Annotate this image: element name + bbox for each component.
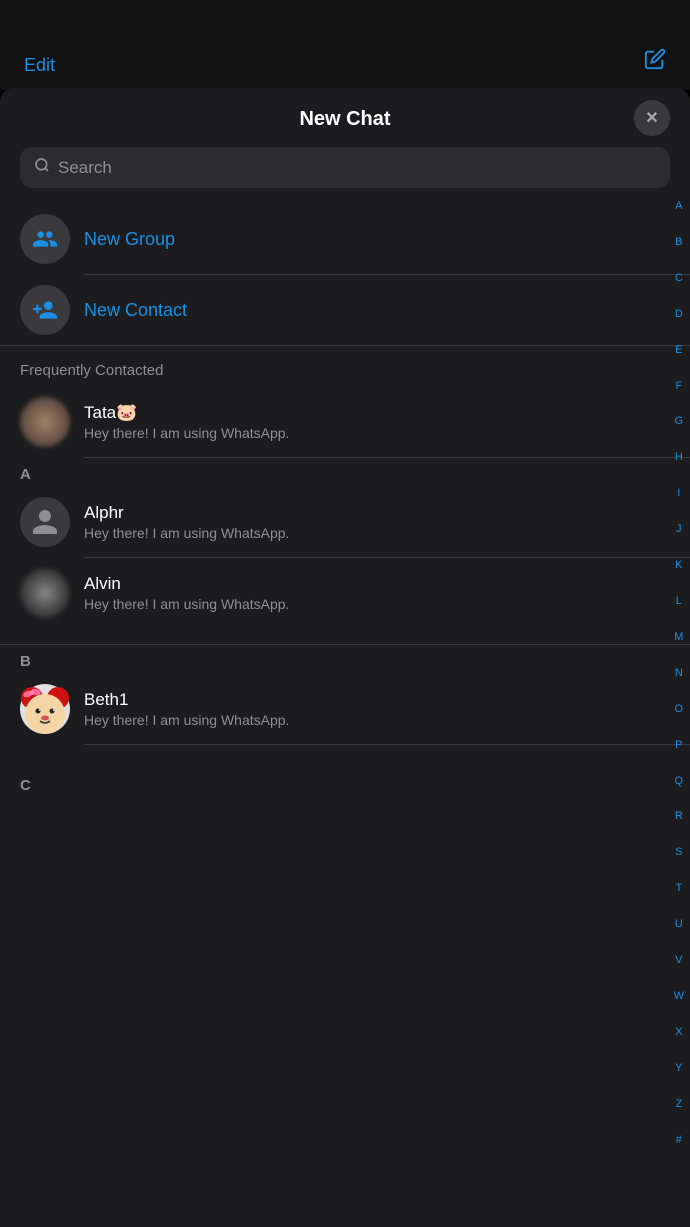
contact-info-alvin: Alvin Hey there! I am using WhatsApp. (84, 574, 670, 612)
contact-status-alphr: Hey there! I am using WhatsApp. (84, 525, 670, 541)
search-container (0, 147, 690, 204)
top-bar: Edit (0, 0, 690, 90)
contact-info-tata: Tata🐷 Hey there! I am using WhatsApp. (84, 403, 670, 441)
contact-item-alvin[interactable]: Alvin Hey there! I am using WhatsApp. (0, 558, 690, 628)
contact-name-alvin: Alvin (84, 574, 670, 594)
contact-status-beth1: Hey there! I am using WhatsApp. (84, 712, 670, 728)
contact-status-tata: Hey there! I am using WhatsApp. (84, 425, 670, 441)
contact-name-alphr: Alphr (84, 503, 670, 523)
section-letter-a: A (0, 458, 690, 487)
contact-info-beth1: Beth1 Hey there! I am using WhatsApp. (84, 690, 670, 728)
avatar-alphr (20, 497, 70, 547)
scroll-content: New Group New Contact Frequently Contact… (0, 204, 690, 1227)
search-input[interactable] (58, 158, 656, 178)
frequently-contacted-header: Frequently Contacted (0, 346, 690, 387)
contact-item-beth1[interactable]: Beth1 Hey there! I am using WhatsApp. (0, 674, 690, 744)
new-group-icon-circle (20, 214, 70, 264)
new-group-label: New Group (84, 229, 175, 250)
new-contact-item[interactable]: New Contact (0, 275, 690, 345)
modal-header: New Chat ✕ (0, 88, 690, 147)
contact-status-alvin: Hey there! I am using WhatsApp. (84, 596, 670, 612)
search-bar (20, 147, 670, 188)
close-icon: ✕ (645, 108, 658, 128)
new-group-item[interactable]: New Group (0, 204, 690, 274)
avatar-tata (20, 397, 70, 447)
new-chat-modal: New Chat ✕ New Group (0, 88, 690, 1227)
contact-name-tata: Tata🐷 (84, 403, 670, 423)
contact-name-beth1: Beth1 (84, 690, 670, 710)
avatar-beth1 (20, 684, 70, 734)
contact-info-alphr: Alphr Hey there! I am using WhatsApp. (84, 503, 670, 541)
contact-item-alphr[interactable]: Alphr Hey there! I am using WhatsApp. (0, 487, 690, 557)
compose-icon[interactable] (644, 48, 666, 76)
modal-title: New Chat (299, 108, 390, 131)
edit-button[interactable]: Edit (24, 55, 55, 76)
new-contact-label: New Contact (84, 300, 187, 321)
section-letter-c: C (0, 745, 690, 798)
contact-item-tata[interactable]: Tata🐷 Hey there! I am using WhatsApp. (0, 387, 690, 457)
avatar-alvin (20, 568, 70, 618)
new-contact-icon-circle (20, 285, 70, 335)
section-letter-b: B (0, 645, 690, 674)
close-button[interactable]: ✕ (634, 100, 670, 136)
search-icon (34, 157, 50, 178)
